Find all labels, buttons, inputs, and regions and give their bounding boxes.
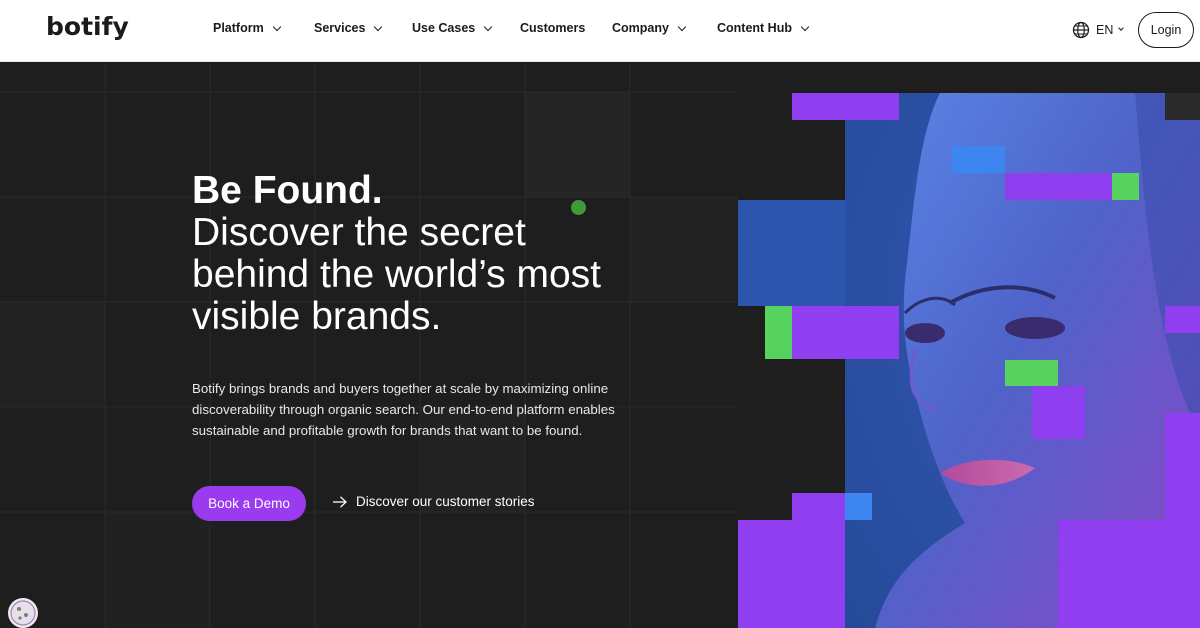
decorative-block (1165, 93, 1200, 120)
language-selector[interactable]: EN (1072, 21, 1125, 39)
nav-item-services[interactable]: Services (314, 21, 383, 35)
customer-stories-label: Discover our customer stories (356, 494, 535, 509)
login-button[interactable]: Login (1138, 12, 1194, 48)
chevron-down-icon (484, 22, 493, 31)
cookie-settings-button[interactable] (8, 598, 38, 628)
decorative-block (738, 200, 845, 306)
decorative-block (792, 306, 899, 359)
cookie-icon (10, 600, 36, 626)
nav-item-label: Content Hub (717, 21, 792, 35)
headline-bold: Be Found. (192, 169, 383, 212)
headline-line: Discover the secret (192, 211, 526, 254)
globe-icon (1072, 21, 1090, 39)
nav-item-label: Customers (520, 21, 586, 35)
decorative-block (952, 146, 1005, 173)
book-demo-button[interactable]: Book a Demo (192, 486, 306, 521)
decorative-block (1165, 306, 1200, 333)
chevron-down-icon (374, 22, 383, 31)
nav-item-label: Platform (213, 21, 264, 35)
hero-headline: Be Found. Discover the secret behind the… (192, 170, 601, 338)
nav-item-company[interactable]: Company (612, 21, 687, 35)
grid-lines (0, 62, 738, 628)
nav-item-use-cases[interactable]: Use Cases (412, 21, 493, 35)
site-header: botify Platform Services Use Cases Custo… (0, 0, 1200, 62)
hero-description: Botify brings brands and buyers together… (192, 381, 615, 438)
decorative-block (1005, 360, 1058, 386)
decorative-block (845, 493, 872, 520)
decorative-block (1032, 386, 1085, 439)
nav-item-customers[interactable]: Customers (520, 21, 585, 35)
headline-line: visible brands. (192, 295, 442, 338)
nav-item-label: Company (612, 21, 669, 35)
brand-logo[interactable]: botify (46, 12, 129, 41)
customer-stories-link[interactable]: Discover our customer stories (333, 494, 535, 509)
decorative-block (792, 93, 899, 120)
decorative-block (1005, 173, 1112, 200)
decorative-block (792, 493, 845, 628)
decorative-block (765, 306, 792, 359)
chevron-down-icon (272, 22, 281, 31)
nav-item-platform[interactable]: Platform (213, 21, 281, 35)
nav-item-content-hub[interactable]: Content Hub (717, 21, 810, 35)
headline-line: behind the world’s most (192, 253, 602, 296)
decorative-block (738, 520, 792, 628)
nav-item-label: Services (314, 21, 366, 35)
chevron-down-icon (1118, 25, 1125, 31)
decorative-block (1058, 520, 1200, 628)
nav-item-label: Use Cases (412, 21, 476, 35)
decorative-block (1165, 413, 1200, 520)
arrow-right-icon (333, 495, 347, 508)
decorative-block (1112, 173, 1139, 200)
chevron-down-icon (677, 22, 687, 31)
hero-image (738, 93, 1200, 628)
language-label: EN (1096, 23, 1114, 37)
chevron-down-icon (800, 22, 810, 31)
